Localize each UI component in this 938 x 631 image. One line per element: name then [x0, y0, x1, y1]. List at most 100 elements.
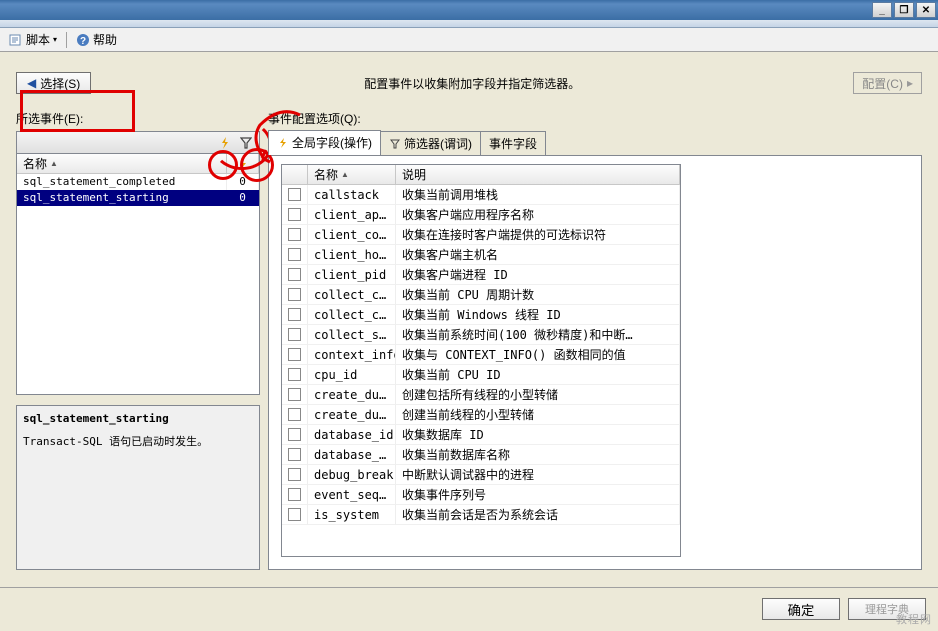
checkbox[interactable]	[288, 388, 301, 401]
sort-asc-icon: ▲	[50, 159, 58, 168]
fields-cell-name: context_info	[308, 345, 396, 365]
fields-cell-checkbox[interactable]	[282, 425, 308, 445]
fields-cell-checkbox[interactable]	[282, 185, 308, 205]
fields-cell-checkbox[interactable]	[282, 225, 308, 245]
restore-button[interactable]: ❐	[894, 2, 914, 18]
checkbox[interactable]	[288, 468, 301, 481]
fields-cell-checkbox[interactable]	[282, 345, 308, 365]
event-options-label: 事件配置选项(Q):	[268, 110, 922, 127]
checkbox[interactable]	[288, 328, 301, 341]
event-description-panel: sql_statement_starting Transact-SQL 语句已启…	[16, 405, 260, 570]
checkbox[interactable]	[288, 428, 301, 441]
checkbox[interactable]	[288, 228, 301, 241]
fields-row[interactable]: create_du…创建当前线程的小型转储	[282, 405, 680, 425]
checkbox[interactable]	[288, 208, 301, 221]
checkbox[interactable]	[288, 308, 301, 321]
fields-row[interactable]: client_ap…收集客户端应用程序名称	[282, 205, 680, 225]
fields-cell-desc: 收集当前数据库名称	[396, 445, 680, 465]
fields-cell-desc: 收集客户端应用程序名称	[396, 205, 680, 225]
fields-cell-checkbox[interactable]	[282, 465, 308, 485]
event-description-text: Transact-SQL 语句已启动时发生。	[23, 433, 253, 449]
fields-cell-checkbox[interactable]	[282, 405, 308, 425]
events-header-name[interactable]: 名称▲	[17, 154, 227, 173]
content-area: ◀ 选择(S) 配置事件以收集附加字段并指定筛选器。 配置(C) ▸ 所选事件(…	[0, 52, 938, 602]
checkbox[interactable]	[288, 368, 301, 381]
fields-row[interactable]: client_ho…收集客户端主机名	[282, 245, 680, 265]
fields-cell-checkbox[interactable]	[282, 385, 308, 405]
lightning-button[interactable]	[216, 134, 234, 152]
fields-cell-desc: 收集当前系统时间(100 微秒精度)和中断…	[396, 325, 680, 345]
checkbox[interactable]	[288, 288, 301, 301]
lightning-icon	[277, 137, 289, 149]
checkbox[interactable]	[288, 408, 301, 421]
checkbox[interactable]	[288, 448, 301, 461]
fields-cell-checkbox[interactable]	[282, 285, 308, 305]
checkbox[interactable]	[288, 488, 301, 501]
fields-row[interactable]: is_system收集当前会话是否为系统会话	[282, 505, 680, 525]
close-button[interactable]: ✕	[916, 2, 936, 18]
checkbox[interactable]	[288, 188, 301, 201]
fields-cell-name: client_co…	[308, 225, 396, 245]
fields-row[interactable]: collect_c…收集当前 Windows 线程 ID	[282, 305, 680, 325]
fields-cell-name: client_ho…	[308, 245, 396, 265]
fields-cell-checkbox[interactable]	[282, 505, 308, 525]
fields-header-name[interactable]: 名称▲	[308, 165, 396, 184]
fields-row[interactable]: client_co…收集在连接时客户端提供的可选标识符	[282, 225, 680, 245]
fields-cell-desc: 收集与 CONTEXT_INFO() 函数相同的值	[396, 345, 680, 365]
fields-cell-checkbox[interactable]	[282, 245, 308, 265]
fields-cell-desc: 收集当前会话是否为系统会话	[396, 505, 680, 525]
tab-filter[interactable]: 筛选器(谓词)	[380, 131, 481, 155]
tab-filter-label: 筛选器(谓词)	[404, 135, 472, 152]
fields-cell-checkbox[interactable]	[282, 325, 308, 345]
minimize-button[interactable]: _	[872, 2, 892, 18]
fields-cell-name: create_du…	[308, 385, 396, 405]
fields-cell-name: cpu_id	[308, 365, 396, 385]
fields-row[interactable]: context_info收集与 CONTEXT_INFO() 函数相同的值	[282, 345, 680, 365]
tab-event-fields[interactable]: 事件字段	[480, 131, 546, 155]
fields-row[interactable]: client_pid收集客户端进程 ID	[282, 265, 680, 285]
fields-row[interactable]: database_id收集数据库 ID	[282, 425, 680, 445]
checkbox[interactable]	[288, 248, 301, 261]
fields-cell-name: create_du…	[308, 405, 396, 425]
fields-row[interactable]: collect_c…收集当前 CPU 周期计数	[282, 285, 680, 305]
ok-button[interactable]: 确定	[762, 598, 840, 620]
fields-cell-checkbox[interactable]	[282, 365, 308, 385]
checkbox[interactable]	[288, 348, 301, 361]
funnel-icon	[389, 138, 401, 150]
fields-row[interactable]: database_…收集当前数据库名称	[282, 445, 680, 465]
fields-row[interactable]: event_seq…收集事件序列号	[282, 485, 680, 505]
fields-cell-checkbox[interactable]	[282, 445, 308, 465]
fields-cell-desc: 收集数据库 ID	[396, 425, 680, 445]
script-icon	[9, 33, 23, 47]
events-row[interactable]: sql_statement_completed0	[17, 174, 259, 190]
help-menu[interactable]: ? 帮助	[73, 30, 120, 49]
events-header-lightning[interactable]	[227, 154, 259, 173]
fields-cell-name: collect_c…	[308, 285, 396, 305]
filter-button[interactable]	[237, 134, 255, 152]
fields-grid-header: 名称▲ 说明	[282, 165, 680, 185]
fields-row[interactable]: cpu_id收集当前 CPU ID	[282, 365, 680, 385]
events-row[interactable]: sql_statement_starting0	[17, 190, 259, 206]
fields-cell-checkbox[interactable]	[282, 305, 308, 325]
checkbox[interactable]	[288, 268, 301, 281]
fields-row[interactable]: debug_break中断默认调试器中的进程	[282, 465, 680, 485]
fields-row[interactable]: collect_s…收集当前系统时间(100 微秒精度)和中断…	[282, 325, 680, 345]
appbar	[0, 20, 938, 28]
fields-row[interactable]: callstack收集当前调用堆栈	[282, 185, 680, 205]
select-button[interactable]: ◀ 选择(S)	[16, 72, 91, 94]
fields-cell-checkbox[interactable]	[282, 265, 308, 285]
fields-row[interactable]: create_du…创建包括所有线程的小型转储	[282, 385, 680, 405]
fields-cell-name: is_system	[308, 505, 396, 525]
fields-header-desc[interactable]: 说明	[396, 165, 680, 184]
fields-header-check[interactable]	[282, 165, 308, 184]
fields-cell-checkbox[interactable]	[282, 485, 308, 505]
script-menu[interactable]: 脚本 ▾	[6, 30, 60, 49]
selected-events-label: 所选事件(E):	[16, 110, 260, 127]
events-grid: 名称▲ sql_statement_completed0sql_statemen…	[16, 153, 260, 395]
fields-cell-checkbox[interactable]	[282, 205, 308, 225]
window-titlebar: _ ❐ ✕	[0, 0, 938, 20]
page-caption: 配置事件以收集附加字段并指定筛选器。	[91, 75, 853, 92]
checkbox[interactable]	[288, 508, 301, 521]
tab-global-fields[interactable]: 全局字段(操作)	[268, 130, 381, 155]
fields-cell-name: client_ap…	[308, 205, 396, 225]
